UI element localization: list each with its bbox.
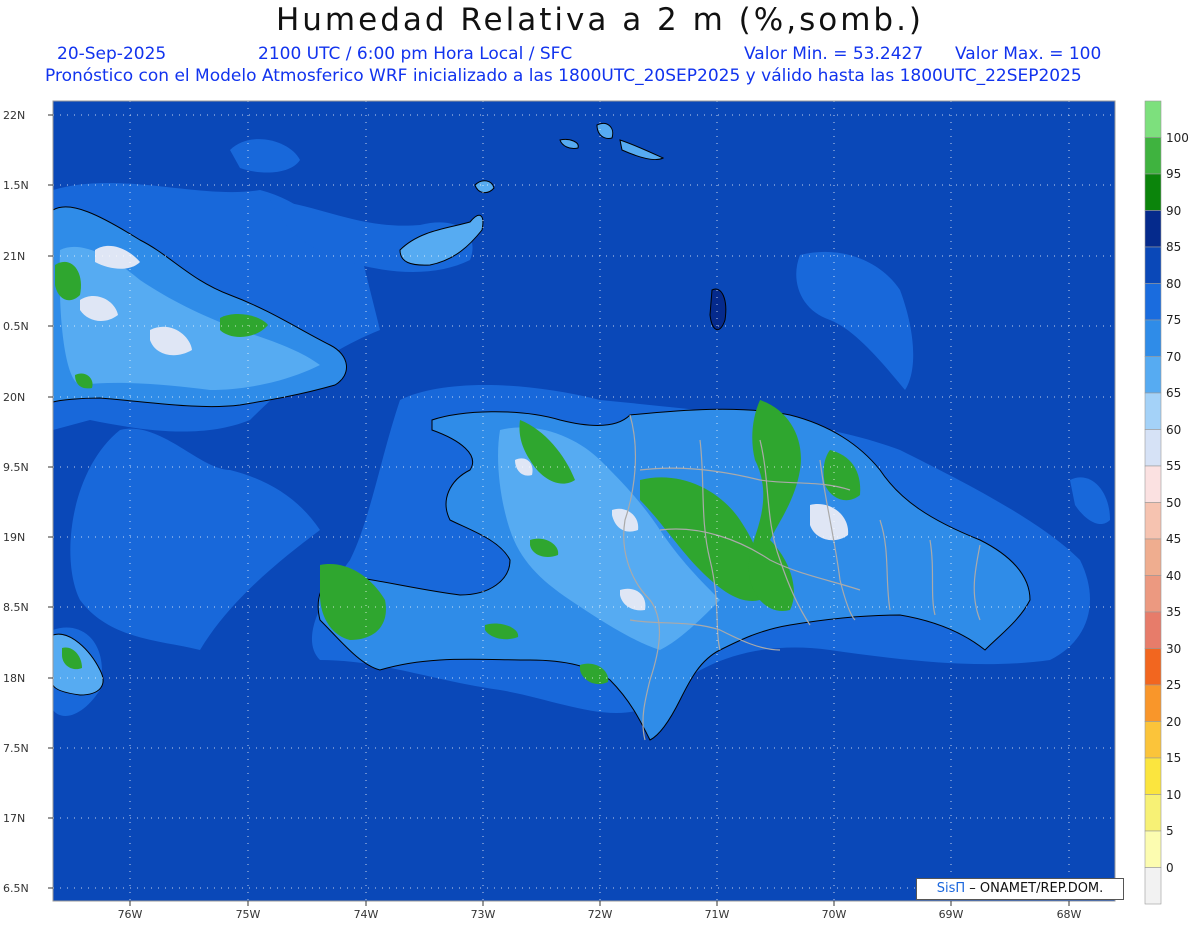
colorbar-label: 40 (1166, 568, 1182, 583)
map-canvas: 22N 1.5N 21N 0.5N 20N 9.5N 19N 8.5N 18N … (3, 100, 1162, 921)
lat-label: 20N (3, 391, 25, 404)
sispi-logo: SisΠ (936, 881, 966, 896)
colorbar-label: 50 (1166, 495, 1182, 510)
colorbar-swatch (1144, 538, 1162, 576)
colorbar-swatch (1144, 429, 1162, 467)
colorbar-label: 0 (1166, 860, 1174, 875)
colorbar-swatch (1144, 283, 1162, 321)
colorbar-swatch (1144, 356, 1162, 394)
colorbar-swatch (1144, 721, 1162, 759)
colorbar-swatch (1144, 830, 1162, 868)
colorbar-label: 5 (1166, 824, 1174, 838)
credit-box: SisΠ – ONAMET/REP.DOM. (916, 878, 1124, 900)
credit-text: – ONAMET/REP.DOM. (969, 881, 1104, 896)
lon-label: 76W (118, 908, 143, 921)
colorbar-swatch (1144, 392, 1162, 430)
lat-label: 22N (3, 109, 25, 122)
lat-label: 9.5N (3, 461, 29, 474)
colorbar-swatch (1144, 757, 1162, 795)
lon-label: 74W (354, 908, 379, 921)
lon-label: 69W (939, 908, 964, 921)
colorbar-swatch (1144, 684, 1162, 722)
colorbar-label: 15 (1166, 751, 1182, 765)
colorbar-swatch (1144, 611, 1162, 649)
colorbar-label: 35 (1166, 605, 1182, 619)
lon-label: 73W (471, 908, 496, 921)
lon-label: 71W (705, 908, 730, 921)
colorbar-swatch (1144, 173, 1162, 211)
colorbar-swatch (1144, 502, 1162, 540)
colorbar-label: 25 (1166, 678, 1182, 692)
lat-label: 6.5N (3, 882, 29, 895)
colorbar-label: 45 (1166, 532, 1182, 546)
colorbar-swatch (1144, 575, 1162, 613)
colorbar-label: 20 (1166, 714, 1182, 729)
latitude-axis: 22N 1.5N 21N 0.5N 20N 9.5N 19N 8.5N 18N … (3, 109, 53, 895)
colorbar-label: 55 (1166, 459, 1182, 473)
colorbar (1144, 100, 1162, 905)
colorbar-swatch (1144, 137, 1162, 175)
colorbar-swatch (1144, 100, 1162, 138)
lat-label: 0.5N (3, 320, 29, 333)
colorbar-label: 75 (1166, 313, 1182, 327)
colorbar-swatch (1144, 648, 1162, 686)
lat-label: 19N (3, 531, 25, 544)
colorbar-swatch (1144, 210, 1162, 248)
colorbar-label: 95 (1166, 167, 1182, 181)
colorbar-label: 30 (1166, 641, 1182, 656)
colorbar-label: 85 (1166, 240, 1182, 254)
lat-label: 17N (3, 812, 25, 825)
lat-label: 21N (3, 250, 25, 263)
colorbar-label: 80 (1166, 276, 1182, 291)
lat-label: 7.5N (3, 742, 29, 755)
colorbar-label: 70 (1166, 349, 1182, 364)
lat-label: 1.5N (3, 179, 29, 192)
colorbar-label: 10 (1166, 787, 1182, 802)
colorbar-label: 65 (1166, 386, 1182, 400)
lon-label: 70W (822, 908, 847, 921)
lat-label: 18N (3, 672, 25, 685)
colorbar-swatch (1144, 246, 1162, 284)
lon-label: 68W (1057, 908, 1082, 921)
lat-label: 8.5N (3, 601, 29, 614)
lon-label: 72W (588, 908, 613, 921)
lon-label: 75W (236, 908, 261, 921)
longitude-axis: 76W 75W 74W 73W 72W 71W 70W 69W 68W (118, 901, 1082, 921)
colorbar-swatch (1144, 465, 1162, 503)
colorbar-swatch (1144, 794, 1162, 832)
colorbar-label: 90 (1166, 203, 1182, 218)
colorbar-label: 60 (1166, 422, 1182, 437)
colorbar-swatch (1144, 319, 1162, 357)
colorbar-swatch (1144, 867, 1162, 905)
colorbar-label: 100 (1166, 130, 1189, 145)
